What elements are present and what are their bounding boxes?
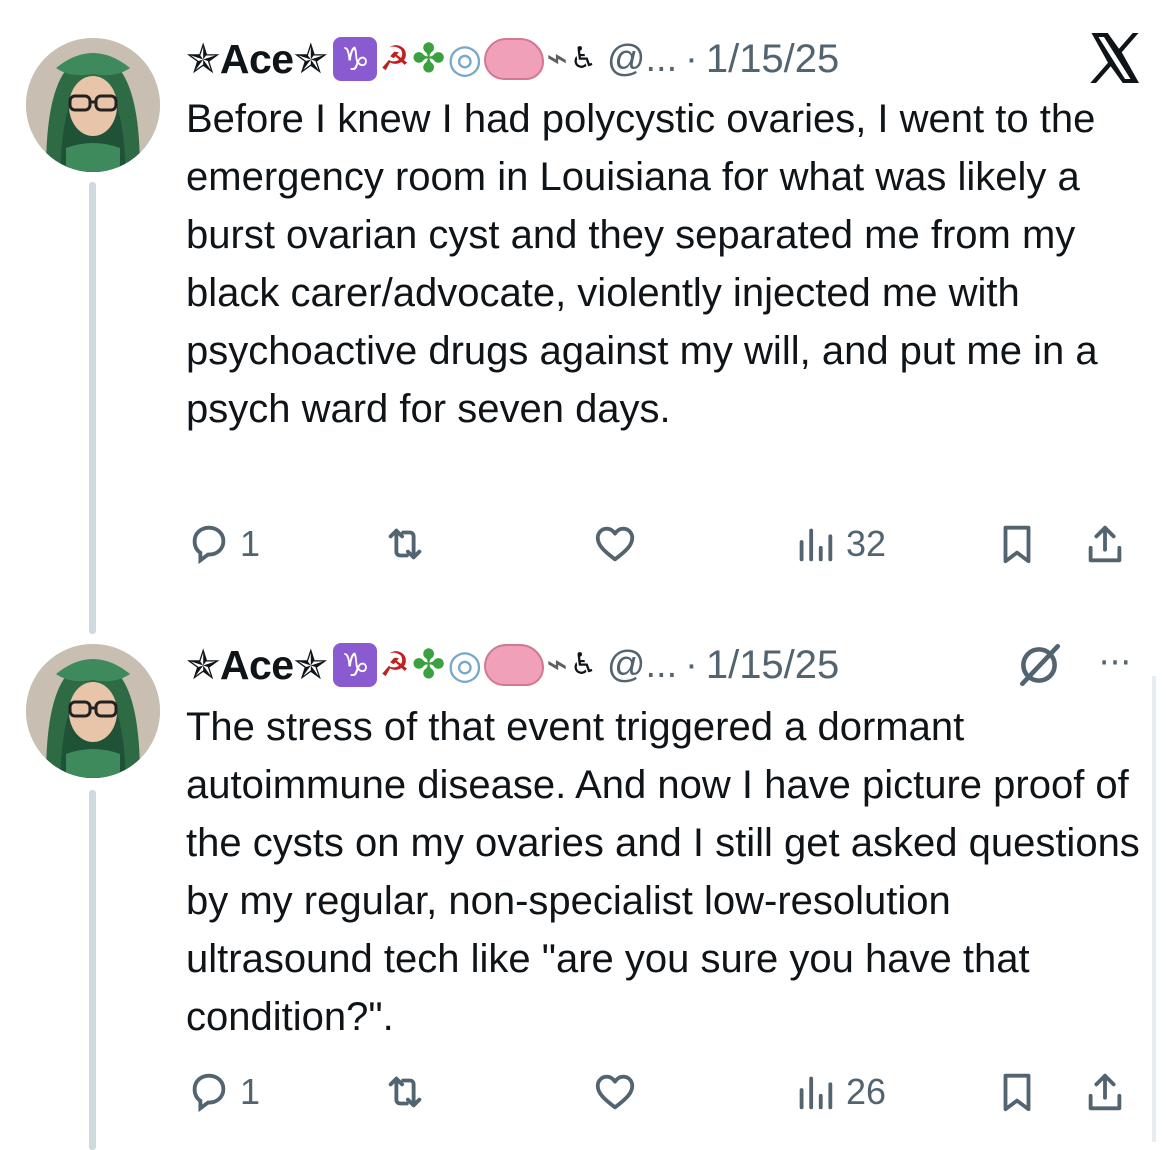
share-button[interactable] — [1082, 514, 1128, 574]
views-icon — [799, 528, 833, 562]
avatar-image — [26, 38, 160, 172]
display-name[interactable]: ✯Ace✯ — [186, 35, 328, 83]
like-button[interactable] — [592, 514, 646, 574]
heart-icon — [595, 1074, 635, 1110]
bird-emoji: ⌁ — [546, 38, 569, 79]
heart-icon — [595, 526, 635, 562]
ring-emoji: ◎ — [447, 642, 483, 688]
reply-button[interactable]: 1 — [186, 514, 260, 574]
share-button[interactable] — [1082, 1062, 1128, 1122]
tweet-1[interactable]: ✯Ace✯ ♑ ☭ ✤ ◎ ⌁ ♿ @... · 1/15/25 Before … — [0, 0, 1170, 634]
action-bar: 1 26 — [186, 1062, 1146, 1122]
tweet-2[interactable]: ✯Ace✯ ♑ ☭ ✤ ◎ ⌁ ♿ @... · 1/15/25 ··· The… — [0, 620, 1170, 1150]
separator-dot: · — [685, 37, 698, 80]
repost-button[interactable] — [382, 514, 436, 574]
share-icon — [1088, 525, 1122, 563]
tweet-text: Before I knew I had polycystic ovaries, … — [186, 97, 1098, 431]
reply-button[interactable]: 1 — [186, 1062, 260, 1122]
more-options-icon[interactable]: ··· — [1090, 638, 1140, 688]
repost-icon — [388, 528, 422, 560]
tweet-header: ✯Ace✯ ♑ ☭ ✤ ◎ ⌁ ♿ @... · 1/15/25 — [186, 632, 1146, 698]
name-emojis: ♑ ☭ ✤ ◎ ⌁ ♿ — [333, 642, 597, 688]
tweet-text: The stress of that event triggered a dor… — [186, 705, 1140, 1039]
handle[interactable]: @... — [607, 38, 677, 81]
capricorn-emoji: ♑ — [333, 643, 378, 687]
views-button[interactable]: 26 — [792, 1062, 886, 1122]
like-button[interactable] — [592, 1062, 646, 1122]
views-button[interactable]: 32 — [792, 514, 886, 574]
avatar[interactable] — [26, 38, 160, 172]
repost-icon — [388, 1076, 422, 1108]
hammer-and-sickle-emoji: ☭ — [379, 39, 410, 79]
reply-icon — [192, 525, 226, 565]
capricorn-emoji: ♑ — [333, 37, 378, 81]
tweet-date[interactable]: 1/15/25 — [706, 643, 839, 688]
avatar-image — [26, 644, 160, 778]
handle[interactable]: @... — [607, 644, 677, 687]
thread-line — [89, 790, 96, 1150]
views-count: 26 — [846, 1071, 887, 1112]
repost-button[interactable] — [382, 1062, 436, 1122]
share-icon — [1088, 1073, 1122, 1111]
bird-emoji: ⌁ — [546, 644, 569, 685]
thread-line — [89, 182, 96, 634]
action-bar: 1 32 — [186, 514, 1146, 574]
name-emojis: ♑ ☭ ✤ ◎ ⌁ ♿ — [333, 36, 597, 82]
bookmark-button[interactable] — [994, 1062, 1040, 1122]
avatar[interactable] — [26, 644, 160, 778]
grok-icon[interactable] — [1014, 640, 1064, 690]
tweet-header: ✯Ace✯ ♑ ☭ ✤ ◎ ⌁ ♿ @... · 1/15/25 — [186, 26, 1146, 92]
separator-dot: · — [685, 643, 698, 686]
four-leaf-clover-emoji: ✤ — [411, 642, 446, 688]
views-icon — [799, 1076, 833, 1110]
tweet-date[interactable]: 1/15/25 — [706, 37, 839, 82]
hammer-and-sickle-emoji: ☭ — [379, 645, 410, 685]
x-logo-icon[interactable] — [1084, 28, 1144, 88]
brain-emoji — [484, 644, 545, 686]
bookmark-icon — [1003, 525, 1031, 564]
brain-emoji — [484, 38, 545, 80]
reply-icon — [192, 1073, 226, 1113]
reply-count: 1 — [240, 1071, 261, 1112]
bookmark-icon — [1003, 1073, 1031, 1112]
wheelchair-symbol-emoji: ♿ — [570, 41, 597, 76]
wheelchair-symbol-emoji: ♿ — [570, 647, 597, 682]
display-name[interactable]: ✯Ace✯ — [186, 641, 328, 689]
four-leaf-clover-emoji: ✤ — [411, 36, 446, 82]
reply-count: 1 — [240, 523, 261, 564]
bookmark-button[interactable] — [994, 514, 1040, 574]
views-count: 32 — [846, 523, 887, 564]
scrollbar-track[interactable] — [1152, 676, 1156, 1142]
ring-emoji: ◎ — [447, 36, 483, 82]
